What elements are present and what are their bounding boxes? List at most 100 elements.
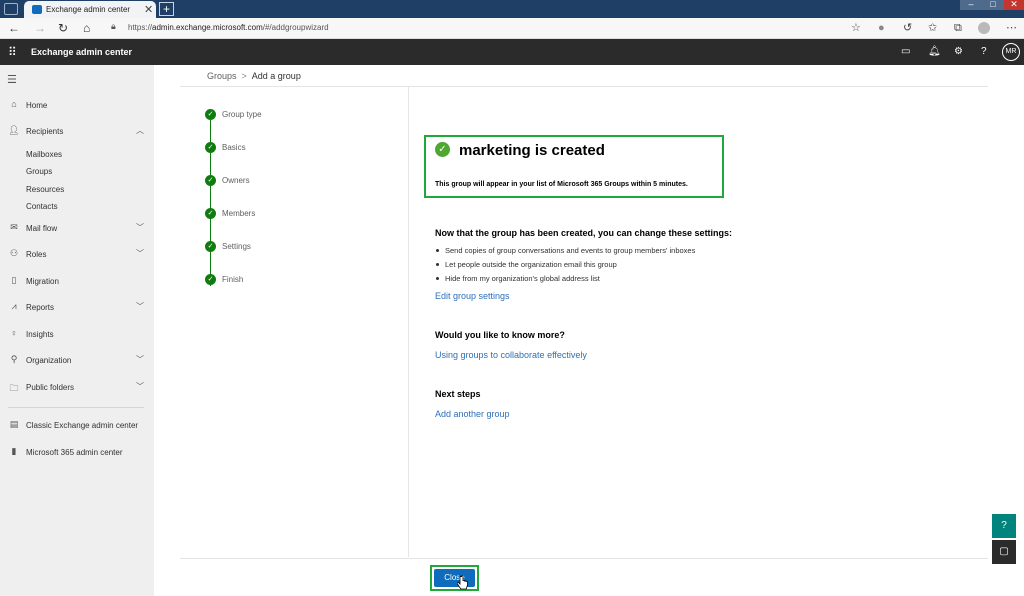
sidebar-item-roles[interactable]: ⚇ Roles ﹀: [0, 246, 154, 264]
step-owners[interactable]: ✓ Owners: [205, 174, 325, 188]
sidebar-item-recipients[interactable]: 👤︎ Recipients ︿: [0, 123, 154, 141]
chevron-down-icon: ﹀: [136, 302, 144, 311]
sidebar-item-public-folders[interactable]: 🗀 Public folders ﹀: [0, 379, 154, 397]
sidebar-item-label: Roles: [26, 250, 47, 259]
sidebar-item-label: Recipients: [26, 127, 64, 136]
notifications-icon[interactable]: 🔔︎: [928, 45, 941, 59]
success-check-icon: ✓: [435, 142, 450, 157]
lightbulb-icon: ♀: [10, 328, 18, 338]
avatar[interactable]: MR: [1002, 43, 1020, 61]
hamburger-menu-icon[interactable]: ☰: [7, 73, 17, 86]
step-finish[interactable]: ✓ Finish: [205, 273, 325, 287]
sidebar-item-label: Organization: [26, 356, 72, 365]
close-window-icon[interactable]: ✕: [1004, 0, 1024, 10]
sidebar-item-home[interactable]: ⌂ Home: [0, 97, 154, 115]
chevron-up-icon: ︿: [136, 126, 144, 135]
chevron-down-icon: ﹀: [136, 249, 144, 258]
sidebar-item-label: Insights: [26, 330, 54, 339]
sidebar-item-classic-eac[interactable]: ▤ Classic Exchange admin center: [0, 417, 154, 435]
success-message: ✓ marketing is created This group will a…: [424, 135, 724, 198]
add-another-group-link[interactable]: Add another group: [435, 409, 510, 419]
step-label: Settings: [222, 242, 251, 251]
sidebar-item-insights[interactable]: ♀ Insights: [0, 326, 154, 344]
left-navigation: ☰ ⌂ Home 👤︎ Recipients ︿ Mailboxes Group…: [0, 65, 154, 596]
favorites-icon[interactable]: ✩: [928, 21, 937, 35]
step-label: Members: [222, 209, 256, 218]
exchange-icon: ▤: [9, 419, 19, 429]
home-icon[interactable]: ⌂: [83, 21, 90, 35]
list-item: Hide from my organization's global addre…: [435, 274, 695, 288]
sidebar-subitem-mailboxes[interactable]: Mailboxes: [26, 150, 62, 159]
settings-icon[interactable]: ⚙: [954, 45, 963, 59]
sidebar-subitem-groups[interactable]: Groups: [26, 167, 52, 176]
mail-icon: ✉: [10, 222, 18, 232]
browser-toolbar: ← → ↻ ⌂ 🔒︎ https://admin.exchange.micros…: [0, 18, 1024, 39]
sidebar-item-migration[interactable]: ▯ Migration: [0, 273, 154, 291]
breadcrumb-divider: [180, 86, 988, 87]
home-icon: ⌂: [11, 99, 17, 109]
sidebar-item-label: Microsoft 365 admin center: [26, 448, 123, 457]
success-subtitle: This group will appear in your list of M…: [435, 181, 688, 188]
office-icon: ▮: [11, 446, 17, 456]
sidebar-item-reports[interactable]: ⩘ Reports ﹀: [0, 299, 154, 317]
chevron-down-icon: ﹀: [136, 355, 144, 364]
close-button[interactable]: Close: [434, 569, 475, 587]
using-groups-link[interactable]: Using groups to collaborate effectively: [435, 350, 587, 360]
folder-icon: 🗀: [9, 383, 19, 393]
edit-group-settings-link[interactable]: Edit group settings: [435, 291, 510, 301]
check-icon: ✓: [205, 142, 216, 153]
sidebar-item-organization[interactable]: ⚲ Organization ﹀: [0, 352, 154, 370]
step-label: Finish: [222, 275, 244, 284]
step-basics[interactable]: ✓ Basics: [205, 141, 325, 155]
refresh-icon[interactable]: ↻: [58, 21, 68, 35]
sidebar-item-label: Public folders: [26, 383, 75, 392]
profile-icon[interactable]: [978, 22, 990, 34]
check-icon: ✓: [205, 208, 216, 219]
help-chat-icon[interactable]: ?: [992, 514, 1016, 538]
settings-list: Send copies of group conversations and e…: [435, 246, 695, 288]
collections-icon[interactable]: ⧉: [954, 21, 962, 35]
success-title: marketing is created: [459, 142, 605, 159]
new-tab-button[interactable]: +: [159, 2, 174, 16]
step-settings[interactable]: ✓ Settings: [205, 240, 325, 254]
step-members[interactable]: ✓ Members: [205, 207, 325, 221]
tracking-icon[interactable]: ●: [878, 21, 885, 35]
sidebar-item-label: Migration: [26, 277, 59, 286]
sidebar-item-label: Classic Exchange admin center: [26, 421, 139, 430]
sidebar-item-m365-admin[interactable]: ▮ Microsoft 365 admin center: [0, 444, 154, 462]
tab-title: Exchange admin center: [46, 5, 131, 14]
breadcrumb-groups[interactable]: Groups: [207, 71, 237, 81]
tab-close-icon[interactable]: ✕: [144, 3, 153, 16]
next-steps-heading: Next steps: [435, 389, 481, 399]
window-menu-icon[interactable]: [4, 3, 18, 15]
maximize-icon[interactable]: □: [982, 0, 1004, 10]
organization-icon: ⚲: [10, 354, 18, 364]
sidebar-divider: [8, 407, 144, 408]
more-icon[interactable]: ⋯: [1006, 21, 1017, 35]
lock-icon[interactable]: 🔒︎: [111, 21, 116, 32]
terminal-icon[interactable]: ▭: [901, 45, 910, 59]
hand-cursor-icon: [457, 575, 468, 590]
step-label: Group type: [222, 110, 262, 119]
step-label: Owners: [222, 176, 250, 185]
address-bar[interactable]: 🔒︎ https://admin.exchange.microsoft.com/…: [107, 20, 867, 37]
forward-icon[interactable]: →: [34, 21, 46, 35]
footer-divider: [180, 558, 988, 559]
minimize-icon[interactable]: –: [960, 0, 982, 10]
help-icon[interactable]: ?: [981, 45, 987, 59]
feedback-icon[interactable]: ▢: [992, 540, 1016, 564]
add-favorite-icon[interactable]: ☆: [851, 21, 861, 35]
sidebar-subitem-contacts[interactable]: Contacts: [26, 202, 58, 211]
sidebar-subitem-resources[interactable]: Resources: [26, 185, 64, 194]
app-launcher-icon[interactable]: ⠿: [8, 45, 17, 59]
person-icon: 👤︎: [8, 125, 20, 135]
url-text: https://admin.exchange.microsoft.com/#/a…: [128, 23, 329, 32]
app-title[interactable]: Exchange admin center: [31, 47, 132, 57]
extension-icon[interactable]: ↺: [903, 21, 912, 35]
back-icon[interactable]: ←: [8, 21, 20, 35]
wizard-divider: [408, 87, 409, 557]
sidebar-item-mail-flow[interactable]: ✉ Mail flow ﹀: [0, 220, 154, 238]
browser-tab[interactable]: Exchange admin center ✕: [24, 1, 156, 18]
app-header: ⠿ Exchange admin center ▭ 🔔︎ ⚙ ? MR: [0, 39, 1024, 65]
step-group-type[interactable]: ✓ Group type: [205, 108, 325, 122]
